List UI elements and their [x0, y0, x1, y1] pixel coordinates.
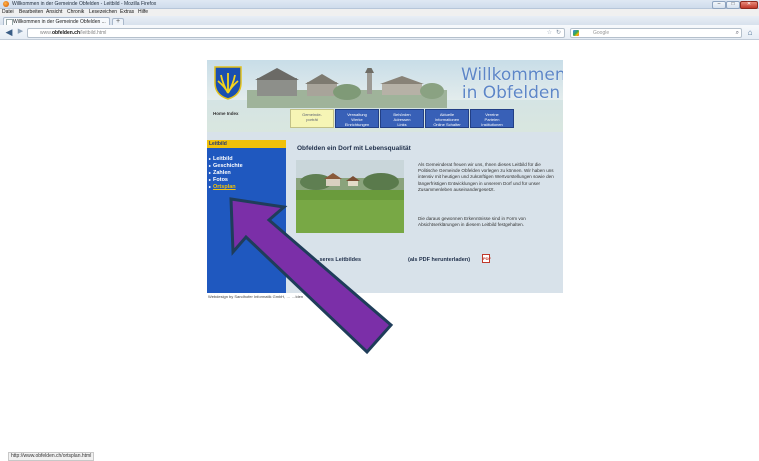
menu-extras[interactable]: Extras	[120, 9, 134, 16]
village-banner-image	[247, 68, 447, 108]
status-bar-url: http://www.obfelden.ch/ortsplan.html	[8, 452, 95, 461]
url-text: www.obfelden.ch/leitbild.html	[40, 29, 106, 37]
window-titlebar: Willkommen in der Gemeinde Obfelden - Le…	[0, 0, 759, 9]
bullet-triangle-icon: ▸	[209, 177, 212, 182]
bullet-triangle-icon: ▸	[209, 156, 212, 161]
leitbild-label: …seres Leitbildes	[314, 257, 362, 263]
menu-chronik[interactable]: Chronik	[67, 9, 84, 16]
pdf-download-link[interactable]: (als PDF herunterladen)	[408, 257, 470, 263]
sidebar-item-ortsplan[interactable]: ▸ Ortsplan	[209, 183, 236, 191]
welcome-heading-line1: Willkommen	[461, 65, 563, 85]
nav-label-line: Institutionen	[481, 122, 503, 127]
nav-label-line: porträt	[306, 117, 318, 122]
sidebar-heading-bar: Leitbild	[207, 140, 286, 148]
reload-icon[interactable]: ↻	[556, 29, 561, 37]
maximize-button[interactable]: □	[726, 1, 740, 9]
intro-paragraph: Als Gemeinderat freuen wir uns, Ihnen di…	[418, 162, 554, 192]
address-bar[interactable]: www.obfelden.ch/leitbild.html ☆ ↻	[27, 28, 565, 38]
welcome-heading-line2: in Obfelden	[461, 83, 561, 103]
nav-verwaltung-button[interactable]: Verwaltung Werke Einrichtungen	[335, 109, 379, 128]
menu-bar: Datei Bearbeiten Ansicht Chronik Lesezei…	[0, 9, 759, 16]
sidebar-item-label: Ortsplan	[213, 184, 236, 190]
url-prefix: www.	[40, 30, 52, 36]
minimize-button[interactable]: –	[712, 1, 726, 9]
menu-hilfe[interactable]: Hilfe	[138, 9, 148, 16]
bullet-triangle-icon: ▸	[209, 170, 212, 175]
site-header: Willkommen in Obfelden Home Index Gemein…	[207, 60, 563, 132]
menu-lesezeichen[interactable]: Lesezeichen	[89, 9, 117, 16]
close-window-button[interactable]: ✕	[740, 1, 758, 9]
pdf-icon[interactable]: PDF	[482, 254, 491, 263]
menu-datei[interactable]: Datei	[2, 9, 14, 16]
window-title: Willkommen in der Gemeinde Obfelden - Le…	[12, 1, 157, 7]
url-path: /leitbild.html	[80, 30, 107, 36]
menu-ansicht[interactable]: Ansicht	[46, 9, 62, 16]
bullet-triangle-icon: ▸	[209, 184, 212, 189]
pdf-icon-label: PDF	[483, 256, 491, 261]
sidebar-menu: ▸ Leitbild ▸ Geschichte ▸ Zahlen ▸ Fotos ▸ Or…	[207, 155, 286, 200]
nav-aktuelle-button[interactable]: Aktuelle Informationen Online Schalter	[425, 109, 469, 128]
obfelden-coat-of-arms-icon	[214, 66, 242, 100]
forward-arrow-icon[interactable]: ▶	[16, 28, 25, 36]
nav-label-line: Online Schalter	[433, 122, 461, 127]
nav-behoerden-button[interactable]: Behörden Adressen Links	[380, 109, 424, 128]
google-logo-icon	[573, 30, 579, 36]
firefox-logo-icon	[3, 1, 9, 7]
nav-label-line: Links	[397, 122, 407, 127]
search-placeholder: Google	[593, 30, 610, 36]
village-landscape-photo	[296, 160, 404, 233]
search-bar[interactable]: Google ⌕	[570, 28, 742, 38]
page-footer: Webdesign by Sandhofer Informatik GmbH, …	[208, 294, 304, 299]
home-icon[interactable]: ⌂	[745, 28, 755, 37]
sidebar-heading: Leitbild	[209, 141, 227, 147]
menu-bearbeiten[interactable]: Bearbeiten	[19, 9, 43, 16]
nav-gemeindeportraet-button[interactable]: Gemeinde- porträt	[290, 109, 334, 128]
home-index-links[interactable]: Home Index	[213, 111, 239, 116]
back-arrow-icon[interactable]: ◀	[3, 27, 15, 37]
content-title: Obfelden ein Dorf mit Lebensqualität	[297, 145, 411, 152]
url-domain: obfelden.ch	[51, 30, 81, 36]
nav-label-line: Einrichtungen	[344, 122, 370, 127]
bookmark-star-icon[interactable]: ☆	[547, 29, 552, 37]
search-icon[interactable]: ⌕	[736, 29, 739, 37]
nav-vereine-button[interactable]: Vereine Parteien Institutionen	[470, 109, 514, 128]
bullet-triangle-icon: ▸	[209, 163, 212, 168]
conclusion-paragraph: Die daraus gewonnen Erkenntnisse sind in…	[418, 216, 526, 228]
